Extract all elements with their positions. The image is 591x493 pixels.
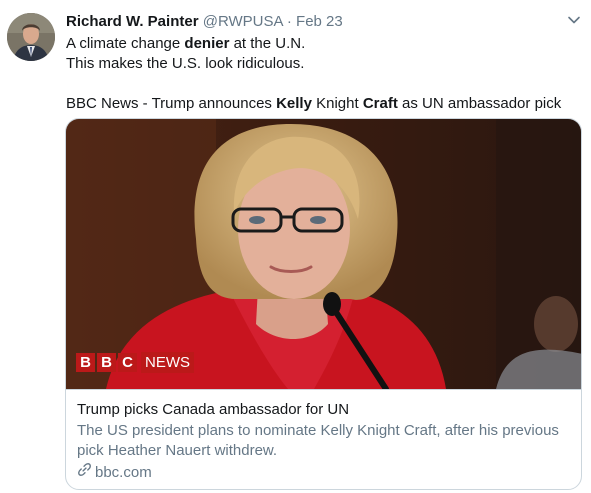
tweet-header: Richard W. Painter @RWPUSA · Feb 23 [66, 12, 343, 31]
author-name[interactable]: Richard W. Painter [66, 13, 199, 30]
bbc-logo-news: NEWS [141, 352, 194, 373]
separator-dot: · [286, 13, 292, 30]
card-image[interactable]: B B C NEWS [66, 119, 581, 392]
tweet-line-1: A climate change denier at the U.N. [66, 35, 306, 52]
author-handle[interactable]: @RWPUSA [203, 13, 283, 30]
tweet-date[interactable]: Feb 23 [296, 13, 343, 30]
bbc-news-logo: B B C NEWS [76, 352, 194, 373]
link-preview-card[interactable]: B B C NEWS Trump picks Canada ambassador… [65, 118, 582, 490]
card-title[interactable]: Trump picks Canada ambassador for UN [77, 400, 571, 420]
chevron-down-icon[interactable] [566, 12, 582, 28]
bbc-logo-letter: B [76, 353, 95, 372]
tweet-line-2: This makes the U.S. look ridiculous. [66, 55, 305, 72]
tweet-text: A climate change denier at the U.N. This… [66, 34, 581, 114]
author-avatar[interactable] [7, 13, 55, 61]
card-description: The US president plans to nominate Kelly… [77, 422, 559, 459]
card-domain[interactable]: bbc.com [77, 462, 571, 483]
bbc-logo-letter: C [118, 353, 137, 372]
tweet-line-3: BBC News - Trump announces Kelly Knight … [66, 95, 562, 112]
card-meta[interactable]: Trump picks Canada ambassador for UN The… [66, 389, 581, 489]
card-domain-text: bbc.com [95, 463, 152, 481]
bbc-logo-letter: B [97, 353, 116, 372]
link-icon [77, 462, 95, 483]
